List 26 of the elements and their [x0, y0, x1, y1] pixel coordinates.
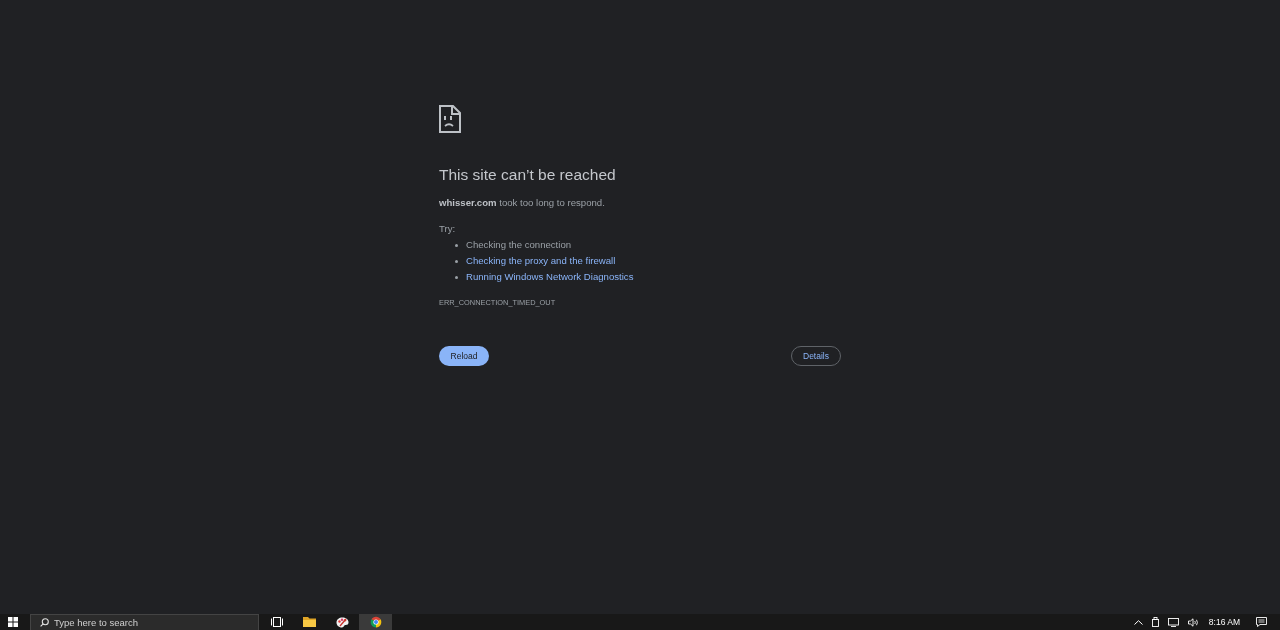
- windows-logo-icon[interactable]: [8, 617, 18, 627]
- suggestion-text: Checking the connection: [466, 238, 572, 252]
- try-label: Try:: [439, 222, 457, 236]
- sad-page-icon: [439, 105, 461, 133]
- volume-icon[interactable]: [1187, 617, 1199, 627]
- network-icon[interactable]: [1167, 617, 1179, 627]
- suggestion-link[interactable]: Running Windows Network Diagnostics: [466, 270, 634, 284]
- error-title: This site can’t be reached: [439, 165, 617, 185]
- caret-up-icon[interactable]: [1133, 619, 1143, 625]
- bullet-icon: [455, 259, 458, 263]
- error-message: whisser.com took too long to respond.: [439, 196, 606, 210]
- browser-icon: [369, 616, 382, 628]
- suggestion-link[interactable]: Checking the proxy and the firewall: [466, 254, 616, 268]
- details-button[interactable]: Details: [791, 346, 841, 366]
- search-icon: [40, 618, 49, 627]
- notification-icon[interactable]: [1256, 617, 1267, 627]
- bullet-icon: [455, 275, 458, 279]
- task-view-icon: [270, 617, 283, 627]
- device-icon[interactable]: [1151, 617, 1159, 627]
- palette-icon: [336, 616, 349, 628]
- clock-time[interactable]: 8:16 AM: [1208, 616, 1240, 628]
- reload-button[interactable]: Reload: [439, 346, 489, 366]
- bullet-icon: [455, 243, 458, 247]
- search-field[interactable]: Type here to search: [30, 614, 259, 630]
- folder-icon: [303, 617, 316, 627]
- taskbar-button[interactable]: [359, 614, 392, 630]
